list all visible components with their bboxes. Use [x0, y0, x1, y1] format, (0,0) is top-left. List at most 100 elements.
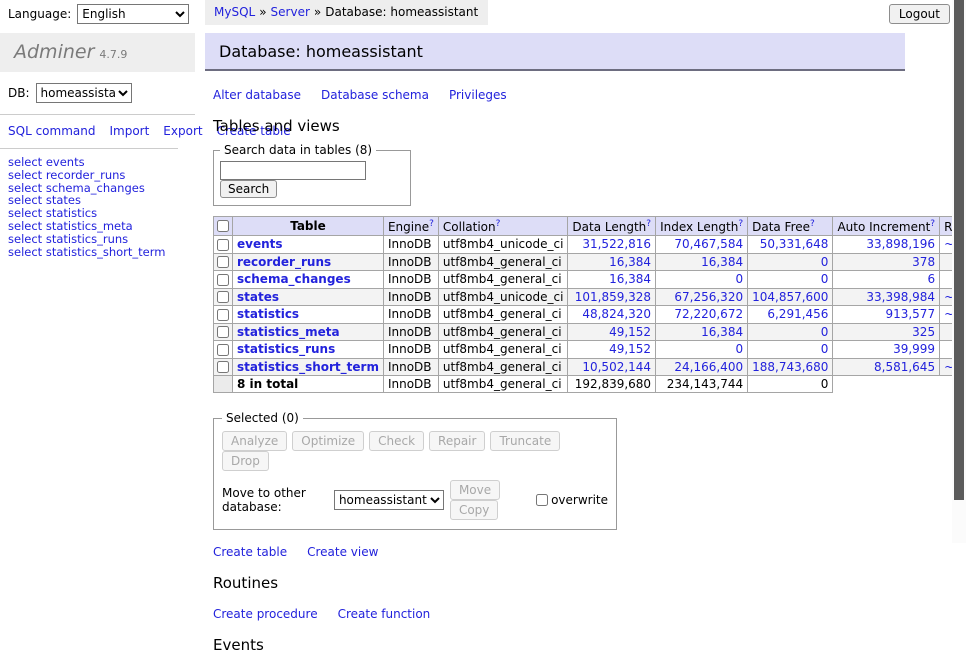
sidebar-table-link[interactable]: select events: [8, 156, 195, 169]
auto-increment-cell[interactable]: 913,577: [833, 306, 940, 324]
engine-cell: InnoDB: [383, 323, 438, 341]
index-length-cell[interactable]: 16,384: [656, 253, 748, 271]
logout-button[interactable]: Logout: [889, 4, 950, 24]
index-length-cell[interactable]: 0: [656, 341, 748, 359]
create-link[interactable]: Create table: [213, 545, 287, 559]
table-name-link[interactable]: schema_changes: [237, 272, 351, 286]
engine-cell: InnoDB: [383, 306, 438, 324]
auto-increment-cell[interactable]: 33,898,196: [833, 236, 940, 254]
data-length-cell[interactable]: 101,859,328: [568, 288, 656, 306]
index-length-cell[interactable]: 24,166,400: [656, 358, 748, 376]
database-action-link[interactable]: Privileges: [449, 88, 507, 102]
data-length-cell[interactable]: 10,502,144: [568, 358, 656, 376]
row-checkbox[interactable]: [217, 309, 229, 321]
breadcrumb-separator: »: [259, 5, 266, 19]
index-length-cell[interactable]: 72,220,672: [656, 306, 748, 324]
sidebar-table-link[interactable]: select statistics_meta: [8, 220, 195, 233]
create-link[interactable]: Create view: [307, 545, 378, 559]
row-checkbox[interactable]: [217, 361, 229, 373]
auto-increment-cell[interactable]: 8,581,645: [833, 358, 940, 376]
check-button[interactable]: Check: [369, 431, 424, 451]
auto-increment-cell[interactable]: 325: [833, 323, 940, 341]
table-name-link[interactable]: events: [237, 237, 283, 251]
column-help-link[interactable]: ?: [496, 219, 501, 229]
row-checkbox[interactable]: [217, 291, 229, 303]
drop-button[interactable]: Drop: [222, 451, 269, 471]
repair-button[interactable]: Repair: [429, 431, 485, 451]
data-length-cell[interactable]: 48,824,320: [568, 306, 656, 324]
column-help-link[interactable]: ?: [646, 219, 651, 229]
sidebar-action-link[interactable]: SQL command: [8, 124, 95, 138]
column-help-link[interactable]: ?: [429, 219, 434, 229]
overwrite-checkbox[interactable]: [536, 494, 548, 506]
sidebar-table-link[interactable]: select recorder_runs: [8, 169, 195, 182]
data-free-cell[interactable]: 0: [748, 323, 833, 341]
data-free-cell[interactable]: 50,331,648: [748, 236, 833, 254]
data-length-cell[interactable]: 49,152: [568, 341, 656, 359]
table-name-link[interactable]: statistics_runs: [237, 342, 335, 356]
breadcrumb-link[interactable]: MySQL: [214, 5, 255, 19]
copy-button[interactable]: Copy: [450, 500, 498, 520]
data-free-cell[interactable]: 6,291,456: [748, 306, 833, 324]
table-name-link[interactable]: states: [237, 290, 279, 304]
auto-increment-cell[interactable]: 378: [833, 253, 940, 271]
table-name-link[interactable]: recorder_runs: [237, 255, 331, 269]
row-checkbox[interactable]: [217, 344, 229, 356]
db-select[interactable]: homeassistant: [36, 83, 132, 103]
column-header: Auto Increment?: [833, 217, 940, 236]
data-free-cell[interactable]: 0: [748, 271, 833, 289]
auto-increment-cell[interactable]: 39,999: [833, 341, 940, 359]
truncate-button[interactable]: Truncate: [490, 431, 560, 451]
index-length-cell[interactable]: 0: [656, 271, 748, 289]
database-action-link[interactable]: Database schema: [321, 88, 429, 102]
data-free-cell[interactable]: 0: [748, 341, 833, 359]
data-length-cell[interactable]: 31,522,816: [568, 236, 656, 254]
row-checkbox-cell: [214, 271, 233, 289]
analyze-button[interactable]: Analyze: [222, 431, 287, 451]
database-action-link[interactable]: Alter database: [213, 88, 301, 102]
data-free-cell[interactable]: 0: [748, 253, 833, 271]
row-checkbox[interactable]: [217, 274, 229, 286]
index-length-cell[interactable]: 16,384: [656, 323, 748, 341]
index-length-cell[interactable]: 67,256,320: [656, 288, 748, 306]
row-checkbox-cell: [214, 253, 233, 271]
sidebar-action-link[interactable]: Export: [163, 124, 202, 138]
move-button[interactable]: Move: [450, 480, 500, 500]
select-all-checkbox[interactable]: [217, 220, 229, 232]
engine-cell: InnoDB: [383, 288, 438, 306]
index-length-cell[interactable]: 70,467,584: [656, 236, 748, 254]
db-selector-row: DB: homeassistant: [0, 72, 195, 115]
adminer-logo: Adminer4.7.9: [0, 33, 195, 72]
search-button[interactable]: Search: [220, 180, 277, 198]
table-name-link[interactable]: statistics: [237, 307, 299, 321]
vertical-scrollbar[interactable]: [952, 0, 966, 543]
sidebar-table-link[interactable]: select statistics_runs: [8, 233, 195, 246]
table-name-link[interactable]: statistics_meta: [237, 325, 340, 339]
data-length-cell[interactable]: 49,152: [568, 323, 656, 341]
language-select[interactable]: English: [77, 4, 189, 24]
sidebar-action-link[interactable]: Import: [109, 124, 149, 138]
scrollbar-thumb[interactable]: [954, 0, 964, 500]
data-length-cell[interactable]: 16,384: [568, 271, 656, 289]
data-free-cell[interactable]: 188,743,680: [748, 358, 833, 376]
row-checkbox[interactable]: [217, 239, 229, 251]
data-length-cell[interactable]: 16,384: [568, 253, 656, 271]
table-name-cell: states: [233, 288, 384, 306]
sidebar-table-link[interactable]: select statistics_short_term: [8, 246, 195, 259]
auto-increment-cell[interactable]: 6: [833, 271, 940, 289]
column-help-link[interactable]: ?: [738, 219, 743, 229]
totals-label-cell: 8 in total: [233, 376, 384, 393]
optimize-button[interactable]: Optimize: [292, 431, 364, 451]
search-input[interactable]: [220, 161, 366, 180]
move-db-select[interactable]: homeassistant: [334, 490, 444, 510]
auto-increment-cell[interactable]: 33,398,984: [833, 288, 940, 306]
breadcrumb-link[interactable]: Server: [271, 5, 310, 19]
row-checkbox[interactable]: [217, 256, 229, 268]
row-checkbox[interactable]: [217, 326, 229, 338]
data-free-cell[interactable]: 104,857,600: [748, 288, 833, 306]
routine-create-link[interactable]: Create function: [338, 607, 431, 621]
column-help-link[interactable]: ?: [930, 219, 935, 229]
table-name-link[interactable]: statistics_short_term: [237, 360, 379, 374]
routine-create-link[interactable]: Create procedure: [213, 607, 318, 621]
column-help-link[interactable]: ?: [810, 219, 815, 229]
